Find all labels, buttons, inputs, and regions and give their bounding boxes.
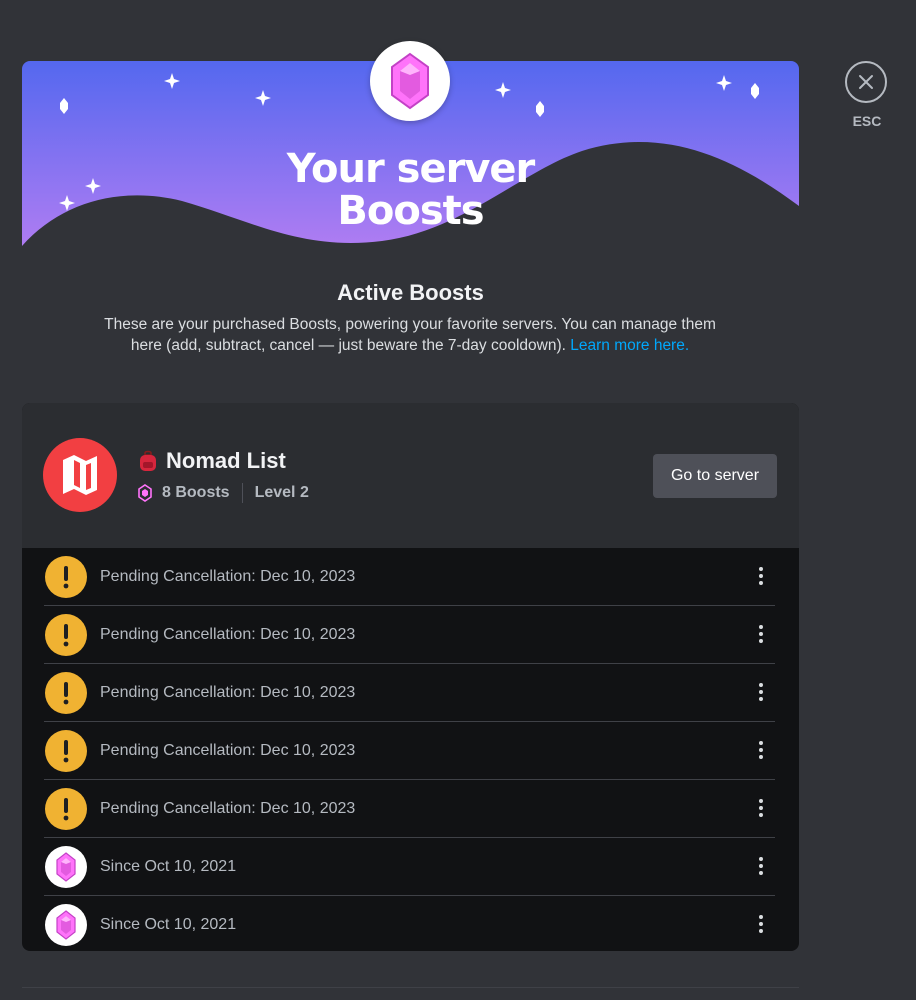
more-options-icon[interactable] <box>753 562 769 590</box>
section-description: These are your purchased Boosts, powerin… <box>100 314 720 356</box>
boost-gem-icon <box>56 851 76 882</box>
banner-title: Your server Boosts <box>22 148 799 232</box>
section-title: Active Boosts <box>337 280 484 305</box>
boost-list: Pending Cancellation: Dec 10, 2023 Pendin… <box>44 548 775 951</box>
dot <box>759 741 763 745</box>
warning-icon <box>63 565 69 588</box>
warning-icon <box>63 797 69 820</box>
dot <box>759 625 763 629</box>
boost-status-text: Pending Cancellation: Dec 10, 2023 <box>100 625 356 643</box>
pending-status-badge <box>45 787 87 830</box>
boost-gem-small-icon <box>138 484 152 502</box>
close-control[interactable]: ESC <box>845 61 889 129</box>
server-meta: 8 Boosts Level 2 <box>138 483 309 503</box>
server-name: Nomad List <box>166 448 286 473</box>
dot <box>759 857 763 861</box>
esc-label: ESC <box>852 113 882 129</box>
dot <box>759 864 763 868</box>
server-avatar[interactable] <box>43 438 117 512</box>
dot <box>759 639 763 643</box>
backpack-icon <box>140 450 156 471</box>
boost-row: Since Oct 10, 2021 <box>44 896 775 951</box>
pending-status-badge <box>45 555 87 598</box>
boost-row: Pending Cancellation: Dec 10, 2023 <box>44 664 775 722</box>
boost-gem-icon <box>391 52 429 110</box>
more-options-icon[interactable] <box>753 678 769 706</box>
dot <box>759 683 763 687</box>
server-level: Level 2 <box>254 484 309 501</box>
pending-status-badge <box>45 729 87 772</box>
more-options-icon[interactable] <box>753 620 769 648</box>
dot <box>759 567 763 571</box>
more-options-icon[interactable] <box>753 794 769 822</box>
warning-icon <box>63 681 69 704</box>
server-name-row: Nomad List <box>138 448 286 474</box>
boost-gem-badge <box>370 41 450 121</box>
dot <box>759 748 763 752</box>
map-icon <box>63 455 97 495</box>
server-header: Nomad List 8 Boosts Level 2 Go to server <box>22 403 799 548</box>
boost-row: Since Oct 10, 2021 <box>44 838 775 896</box>
boost-status-text: Pending Cancellation: Dec 10, 2023 <box>100 799 356 817</box>
active-boost-badge <box>45 903 87 946</box>
warning-icon <box>63 739 69 762</box>
boost-status-text: Pending Cancellation: Dec 10, 2023 <box>100 741 356 759</box>
dot <box>759 806 763 810</box>
close-button[interactable] <box>845 61 887 103</box>
dot <box>759 813 763 817</box>
boost-row: Pending Cancellation: Dec 10, 2023 <box>44 780 775 838</box>
more-options-icon[interactable] <box>753 910 769 938</box>
boost-row: Pending Cancellation: Dec 10, 2023 <box>44 548 775 606</box>
boost-status-text: Pending Cancellation: Dec 10, 2023 <box>100 567 356 585</box>
dot <box>759 697 763 701</box>
dot <box>759 581 763 585</box>
close-icon <box>859 75 873 89</box>
divider <box>22 987 799 988</box>
dot <box>759 755 763 759</box>
server-boost-card: Nomad List 8 Boosts Level 2 Go to server… <box>22 403 799 951</box>
banner-title-line1: Your server <box>286 146 535 192</box>
more-options-icon[interactable] <box>753 852 769 880</box>
boost-row: Pending Cancellation: Dec 10, 2023 <box>44 722 775 780</box>
dot <box>759 632 763 636</box>
dot <box>759 799 763 803</box>
dot <box>759 922 763 926</box>
boost-row: Pending Cancellation: Dec 10, 2023 <box>44 606 775 664</box>
banner-title-line2: Boosts <box>337 188 484 234</box>
dot <box>759 871 763 875</box>
dot <box>759 915 763 919</box>
pending-status-badge <box>45 613 87 656</box>
meta-divider <box>241 483 243 503</box>
pending-status-badge <box>45 671 87 714</box>
learn-more-link[interactable]: Learn more here. <box>570 337 689 354</box>
go-to-server-button[interactable]: Go to server <box>653 454 777 498</box>
warning-icon <box>63 623 69 646</box>
dot <box>759 929 763 933</box>
boost-gem-icon <box>56 909 76 940</box>
boost-count: 8 Boosts <box>162 484 230 501</box>
dot <box>759 574 763 578</box>
active-boost-badge <box>45 845 87 888</box>
more-options-icon[interactable] <box>753 736 769 764</box>
boost-status-text: Since Oct 10, 2021 <box>100 915 237 933</box>
boost-status-text: Pending Cancellation: Dec 10, 2023 <box>100 683 356 701</box>
dot <box>759 690 763 694</box>
boost-status-text: Since Oct 10, 2021 <box>100 857 237 875</box>
